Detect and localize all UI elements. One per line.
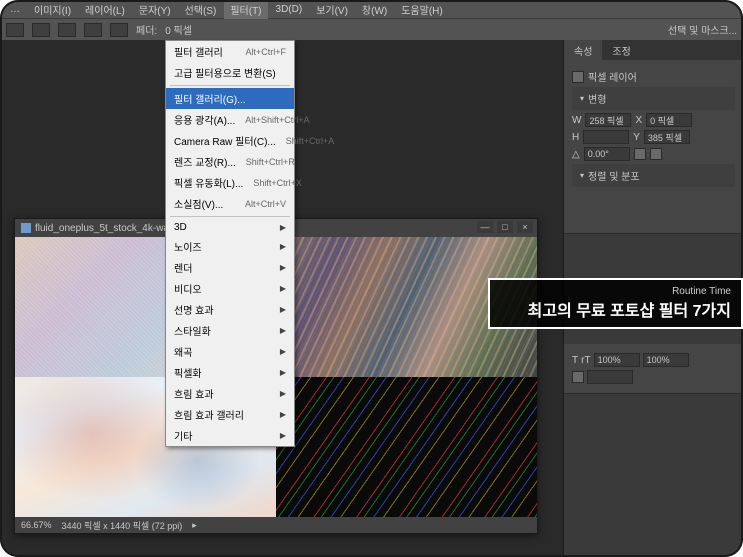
dd-adaptive-wide-angle[interactable]: 응용 광각(A)...Alt+Shift+Ctrl+A: [166, 109, 294, 130]
menu-bar: … 이미지(I) 레이어(L) 문자(Y) 선택(S) 필터(T) 3D(D) …: [0, 0, 743, 18]
baseline-input[interactable]: [587, 370, 633, 384]
y-label: Y: [633, 132, 640, 143]
window-minimize-button[interactable]: —: [477, 221, 493, 233]
dd-liquify[interactable]: 픽셀 유동화(L)...Shift+Ctrl+X: [166, 172, 294, 193]
y-input[interactable]: [644, 130, 690, 144]
scale-h-input[interactable]: [643, 353, 689, 367]
options-bar: 페더: 0 픽셀 선택 및 마스크...: [0, 18, 743, 40]
width-input[interactable]: [585, 113, 631, 127]
properties-panel: 속성 조정 픽셀 레이어 ▾ 변형 W X: [564, 40, 743, 234]
pixel-layer-icon: [572, 71, 584, 83]
selection-mode-new-icon[interactable]: [32, 23, 50, 37]
scale-v-input[interactable]: [594, 353, 640, 367]
dd-filter-gallery[interactable]: 필터 갤러리(G)...: [166, 88, 294, 109]
chevron-down-icon: ▾: [580, 171, 584, 180]
selection-mode-subtract-icon[interactable]: [84, 23, 102, 37]
feather-label: 페더:: [136, 22, 157, 37]
overlay-title: 최고의 무료 포토샵 필터 7가지: [500, 297, 731, 321]
overlay-caption: Routine Time 최고의 무료 포토샵 필터 7가지: [488, 278, 743, 329]
menu-item-help[interactable]: 도움말(H): [395, 0, 448, 19]
type-rt-icon: rT: [581, 355, 590, 366]
menu-item-window[interactable]: 창(W): [356, 0, 393, 19]
x-label: X: [635, 115, 642, 126]
menu-separator: [170, 85, 290, 86]
dd-vanishing-point[interactable]: 소실점(V)...Alt+Ctrl+V: [166, 193, 294, 214]
menu-separator: [170, 216, 290, 217]
character-panel: T rT: [564, 344, 743, 394]
dd-camera-raw[interactable]: Camera Raw 필터(C)...Shift+Ctrl+A: [166, 130, 294, 151]
filter-dropdown-menu: 필터 갤러리Alt+Ctrl+F 고급 필터용으로 변환(S) 필터 갤러리(G…: [165, 40, 295, 447]
align-section-header[interactable]: ▾ 정렬 및 분포: [572, 164, 735, 187]
canvas-region: [276, 377, 537, 517]
document-status-bar: 66.67% 3440 픽셀 x 1440 픽셀 (72 ppi) ▸: [15, 517, 537, 533]
transform-section-header[interactable]: ▾ 변형: [572, 87, 735, 110]
angle-input[interactable]: [584, 147, 630, 161]
document-info: 3440 픽셀 x 1440 픽셀 (72 ppi): [62, 519, 183, 532]
dd-3d[interactable]: 3D▶: [166, 219, 294, 236]
menu-item-layer[interactable]: 레이어(L): [79, 0, 131, 19]
window-close-button[interactable]: ×: [517, 221, 533, 233]
chevron-right-icon[interactable]: ▸: [192, 520, 197, 531]
dd-render[interactable]: 렌더▶: [166, 257, 294, 278]
select-and-mask-button[interactable]: 선택 및 마스크...: [668, 22, 737, 37]
x-input[interactable]: [646, 113, 692, 127]
dd-blur-gallery[interactable]: 흐림 효과 갤러리▶: [166, 404, 294, 425]
menu-item-image[interactable]: 이미지(I): [28, 0, 77, 19]
width-label: W: [572, 115, 581, 126]
menu-item-view[interactable]: 보기(V): [310, 0, 354, 19]
dd-other[interactable]: 기타▶: [166, 425, 294, 446]
dd-lens-correction[interactable]: 렌즈 교정(R)...Shift+Ctrl+R: [166, 151, 294, 172]
height-label: H: [572, 132, 579, 143]
document-icon: [21, 223, 31, 233]
dd-last-filter[interactable]: 필터 갤러리Alt+Ctrl+F: [166, 41, 294, 62]
dd-sharpen[interactable]: 선명 효과▶: [166, 299, 294, 320]
baseline-shift-icon[interactable]: [572, 371, 584, 383]
angle-label: △: [572, 149, 580, 160]
menu-item-3d[interactable]: 3D(D): [270, 2, 309, 17]
tool-preset-icon[interactable]: [6, 23, 24, 37]
zoom-level[interactable]: 66.67%: [21, 520, 52, 530]
flip-horizontal-icon[interactable]: [634, 148, 646, 160]
dd-blur[interactable]: 흐림 효과▶: [166, 383, 294, 404]
tab-properties[interactable]: 속성: [564, 40, 602, 60]
dd-noise[interactable]: 노이즈▶: [166, 236, 294, 257]
dd-pixelate[interactable]: 픽셀화▶: [166, 362, 294, 383]
menu-item[interactable]: …: [4, 2, 26, 17]
menu-item-filter[interactable]: 필터(T): [224, 0, 267, 19]
overlay-subtitle: Routine Time: [500, 286, 731, 297]
window-maximize-button[interactable]: □: [497, 221, 513, 233]
dd-convert-smart[interactable]: 고급 필터용으로 변환(S): [166, 62, 294, 83]
dd-distort[interactable]: 왜곡▶: [166, 341, 294, 362]
layer-type-label: 픽셀 레이어: [588, 69, 637, 84]
menu-item-type[interactable]: 문자(Y): [133, 0, 177, 19]
type-icon: T: [572, 355, 578, 366]
selection-mode-add-icon[interactable]: [58, 23, 76, 37]
flip-vertical-icon[interactable]: [650, 148, 662, 160]
selection-mode-intersect-icon[interactable]: [110, 23, 128, 37]
feather-value[interactable]: 0 픽셀: [165, 22, 192, 37]
menu-item-select[interactable]: 선택(S): [179, 0, 223, 19]
height-input[interactable]: [583, 130, 629, 144]
chevron-down-icon: ▾: [580, 94, 584, 103]
tab-adjustments[interactable]: 조정: [602, 40, 640, 60]
dd-video[interactable]: 비디오▶: [166, 278, 294, 299]
dd-stylize[interactable]: 스타일화▶: [166, 320, 294, 341]
